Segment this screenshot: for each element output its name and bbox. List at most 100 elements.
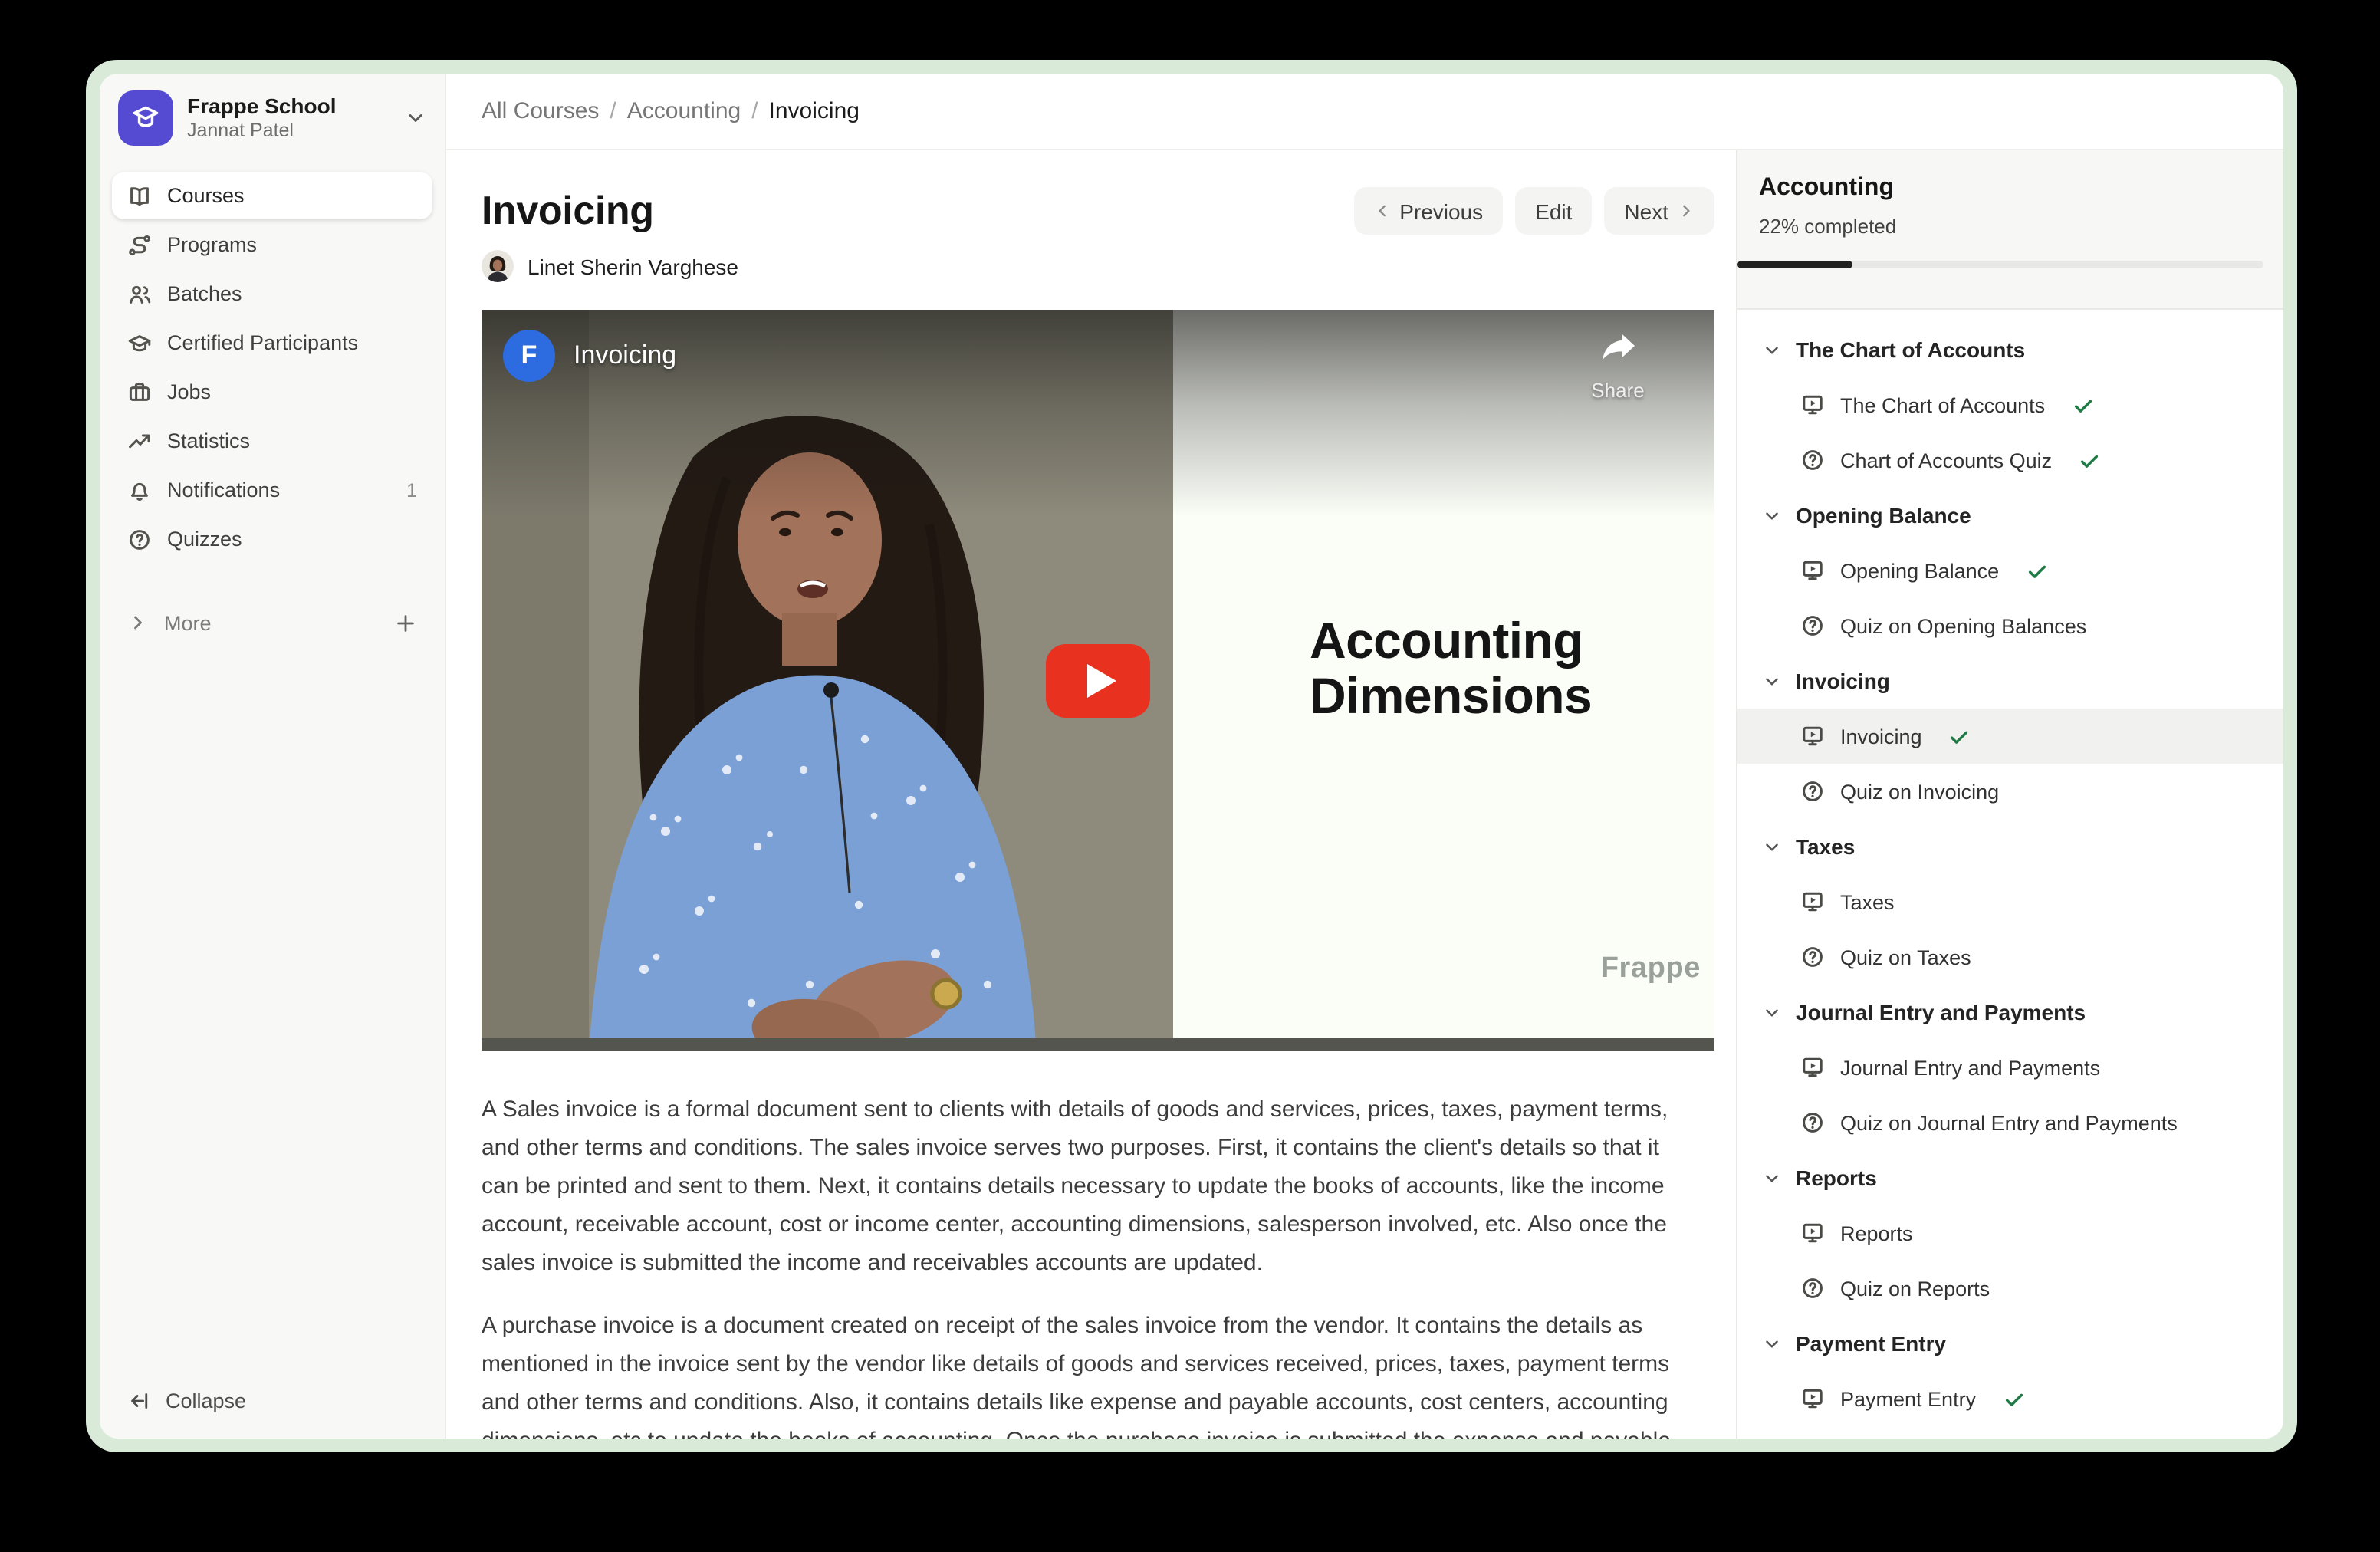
chevron-down-icon bbox=[1762, 837, 1782, 857]
help-circle-icon bbox=[1800, 613, 1825, 638]
sidebar-item-batches[interactable]: Batches bbox=[112, 270, 432, 317]
outline-item-label: The Chart of Accounts bbox=[1840, 393, 2045, 416]
share-arrow-icon bbox=[1598, 331, 1638, 365]
progress-bar bbox=[1737, 261, 2263, 268]
graduation-cap-icon bbox=[127, 330, 152, 355]
sidebar-item-notifications[interactable]: Notifications 1 bbox=[112, 466, 432, 514]
sidebar-item-label: Notifications bbox=[167, 478, 391, 501]
author-avatar bbox=[482, 250, 514, 282]
plus-icon[interactable] bbox=[394, 611, 417, 634]
sidebar-item-quizzes[interactable]: Quizzes bbox=[112, 515, 432, 563]
collapse-sidebar-button[interactable]: Collapse bbox=[112, 1377, 261, 1423]
outline-item-invoicing[interactable]: Invoicing bbox=[1737, 709, 2283, 764]
chevron-down-icon bbox=[1762, 671, 1782, 691]
users-icon bbox=[127, 281, 152, 306]
outline-item-journal-entry-and-payments[interactable]: Journal Entry and Payments bbox=[1737, 1040, 2283, 1095]
workspace-text: Frappe School Jannat Patel bbox=[187, 94, 391, 143]
notification-count-badge: 1 bbox=[406, 479, 417, 501]
outline-section-invoicing[interactable]: Invoicing bbox=[1737, 653, 2283, 709]
outline-item-opening-balance[interactable]: Opening Balance bbox=[1737, 543, 2283, 598]
sidebar-more[interactable]: More bbox=[112, 600, 432, 646]
course-title: Accounting bbox=[1759, 175, 2262, 202]
outline-header: Accounting 22% completed bbox=[1737, 150, 2283, 310]
outline-section-title: Invoicing bbox=[1796, 669, 1890, 693]
monitor-play-icon bbox=[1800, 1055, 1825, 1080]
next-button[interactable]: Next bbox=[1604, 187, 1714, 235]
trend-up-icon bbox=[127, 429, 152, 453]
chevron-right-icon bbox=[1678, 202, 1695, 219]
breadcrumb-separator: / bbox=[610, 98, 616, 124]
monitor-play-icon bbox=[1800, 1221, 1825, 1245]
share-label: Share bbox=[1561, 379, 1675, 402]
outline-section-title: Reports bbox=[1796, 1166, 1877, 1190]
outline-item-the-chart-of-accounts[interactable]: The Chart of Accounts bbox=[1737, 377, 2283, 432]
help-circle-icon bbox=[127, 527, 152, 551]
video-title[interactable]: Invoicing bbox=[574, 340, 676, 371]
video-seekbar[interactable] bbox=[482, 1038, 1714, 1051]
outline-section-title: The Chart of Accounts bbox=[1796, 337, 2025, 362]
outline-section-payment-entry[interactable]: Payment Entry bbox=[1737, 1316, 2283, 1371]
outline-item-quiz-on-journal-entry-and-payments[interactable]: Quiz on Journal Entry and Payments bbox=[1737, 1095, 2283, 1150]
chevron-left-icon bbox=[1373, 202, 1390, 219]
check-icon bbox=[1948, 725, 1971, 748]
outline-item-label: Taxes bbox=[1840, 890, 1895, 913]
breadcrumb-accounting[interactable]: Accounting bbox=[627, 98, 741, 124]
outline-item-quiz-on-opening-balances[interactable]: Quiz on Opening Balances bbox=[1737, 598, 2283, 653]
outline-item-quiz-on-invoicing[interactable]: Quiz on Invoicing bbox=[1737, 764, 2283, 819]
more-label: More bbox=[164, 611, 212, 634]
sidebar-item-certified-participants[interactable]: Certified Participants bbox=[112, 319, 432, 367]
outline-section-journal-entry-and-payments[interactable]: Journal Entry and Payments bbox=[1737, 985, 2283, 1040]
play-button[interactable] bbox=[1046, 644, 1150, 718]
stage: Frappe School Jannat Patel Courses Progr… bbox=[0, 0, 2380, 1552]
lesson-main: Invoicing Previous Edit bbox=[446, 150, 1736, 1439]
outline-item-reports[interactable]: Reports bbox=[1737, 1205, 2283, 1261]
workspace-switcher[interactable]: Frappe School Jannat Patel bbox=[112, 83, 432, 153]
check-icon bbox=[2025, 559, 2048, 582]
breadcrumb-current: Invoicing bbox=[769, 98, 860, 124]
outline-section-the-chart-of-accounts[interactable]: The Chart of Accounts bbox=[1737, 322, 2283, 377]
outline-section-opening-balance[interactable]: Opening Balance bbox=[1737, 488, 2283, 543]
sidebar-item-label: Certified Participants bbox=[167, 331, 417, 354]
outline-section-taxes[interactable]: Taxes bbox=[1737, 819, 2283, 874]
play-icon bbox=[1086, 664, 1116, 698]
chevron-down-icon bbox=[1762, 505, 1782, 525]
monitor-play-icon bbox=[1800, 1386, 1825, 1411]
outline-item-payment-entry[interactable]: Payment Entry bbox=[1737, 1371, 2283, 1426]
previous-button[interactable]: Previous bbox=[1353, 187, 1503, 235]
sidebar-item-jobs[interactable]: Jobs bbox=[112, 368, 432, 416]
help-circle-icon bbox=[1800, 448, 1825, 472]
outline-item-label: Journal Entry and Payments bbox=[1840, 1056, 2100, 1079]
outline-item-quiz-on-reports[interactable]: Quiz on Reports bbox=[1737, 1261, 2283, 1316]
page-title: Invoicing bbox=[482, 187, 654, 235]
breadcrumb-all-courses[interactable]: All Courses bbox=[482, 98, 599, 124]
next-label: Next bbox=[1624, 199, 1668, 223]
left-sidebar: Frappe School Jannat Patel Courses Progr… bbox=[100, 74, 446, 1439]
edit-label: Edit bbox=[1535, 199, 1572, 223]
outline-section-reports[interactable]: Reports bbox=[1737, 1150, 2283, 1205]
monitor-play-icon bbox=[1800, 889, 1825, 914]
sidebar-item-label: Quizzes bbox=[167, 528, 417, 551]
sidebar-nav: Courses Programs Batches Certified Parti… bbox=[112, 172, 432, 563]
edit-button[interactable]: Edit bbox=[1515, 187, 1592, 235]
monitor-play-icon bbox=[1800, 724, 1825, 748]
outline-item-quiz-on-taxes[interactable]: Quiz on Taxes bbox=[1737, 929, 2283, 985]
share-button[interactable]: Share bbox=[1561, 331, 1675, 402]
sidebar-item-courses[interactable]: Courses bbox=[112, 172, 432, 219]
sidebar-item-statistics[interactable]: Statistics bbox=[112, 417, 432, 465]
sidebar-item-programs[interactable]: Programs bbox=[112, 221, 432, 268]
breadcrumb-separator: / bbox=[751, 98, 758, 124]
outline-item-chart-of-accounts-quiz[interactable]: Chart of Accounts Quiz bbox=[1737, 432, 2283, 488]
check-icon bbox=[2071, 393, 2094, 416]
progress-label: 22% completed bbox=[1759, 215, 2262, 238]
collapse-icon bbox=[127, 1389, 150, 1412]
outline-item-taxes[interactable]: Taxes bbox=[1737, 874, 2283, 929]
chevron-down-icon bbox=[405, 107, 426, 129]
chevron-down-icon bbox=[1762, 1333, 1782, 1353]
slide-title-line1: Accounting bbox=[1310, 613, 1592, 669]
chevron-down-icon bbox=[1762, 340, 1782, 360]
video-player[interactable]: F Invoicing Share bbox=[482, 310, 1714, 1051]
frappe-logo-icon[interactable]: F bbox=[503, 330, 555, 382]
chevron-right-icon bbox=[127, 612, 149, 633]
title-row: Invoicing Previous Edit bbox=[482, 187, 1714, 235]
monitor-play-icon bbox=[1800, 393, 1825, 417]
